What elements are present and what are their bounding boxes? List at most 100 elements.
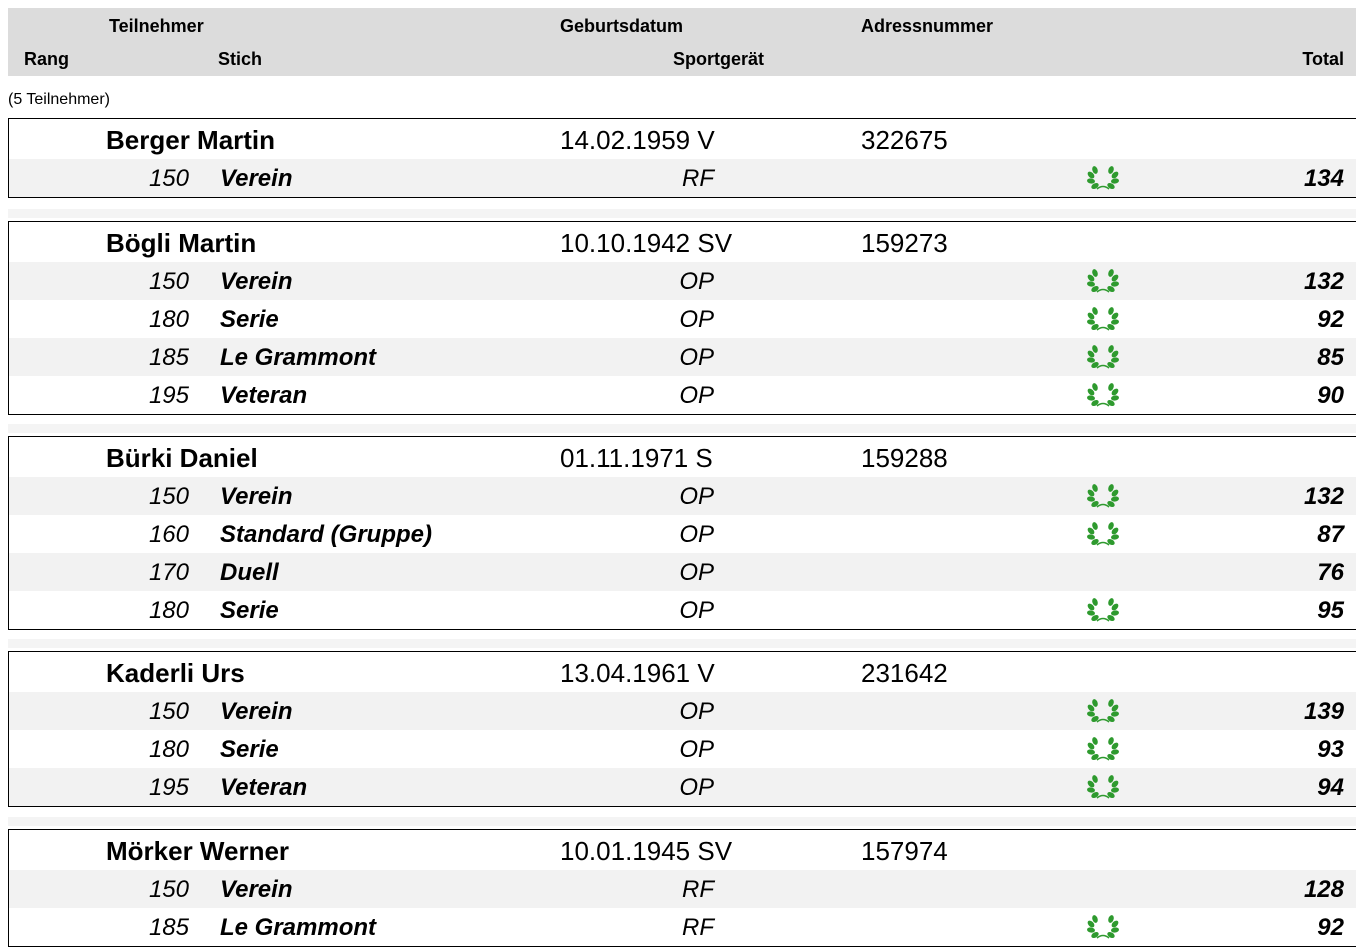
- laurel-wreath-icon: [1086, 482, 1120, 510]
- sportgeraet: OP: [679, 306, 714, 333]
- laurel-wreath-icon: [1086, 267, 1120, 295]
- stich-number: 180: [148, 306, 189, 333]
- header-geburtsdatum: Geburtsdatum: [560, 16, 684, 36]
- result-row: 150 Verein RF 128: [9, 870, 1356, 908]
- laurel-wreath-icon: [1086, 735, 1120, 763]
- laurel-wreath-icon: [1086, 343, 1120, 371]
- stich-number: 170: [148, 559, 189, 586]
- stich-number: 185: [148, 914, 189, 941]
- participant-block: Bürki Daniel 01.11.1971 S 159288 150 Verein O…: [8, 436, 1356, 630]
- laurel-wreath-icon: [1086, 164, 1120, 192]
- participant-header: Kaderli Urs 13.04.1961 V 231642: [9, 652, 1356, 692]
- laurel-wreath-icon: [1086, 913, 1120, 941]
- stich-name: Le Grammont: [220, 914, 377, 941]
- participant-name: Kaderli Urs: [106, 658, 245, 688]
- participant-block: Kaderli Urs 13.04.1961 V 231642 150 Verein OP…: [8, 651, 1356, 807]
- result-total: 90: [1317, 382, 1344, 409]
- sportgeraet: OP: [679, 597, 714, 624]
- result-total: 139: [1303, 698, 1344, 725]
- stich-name: Verein: [220, 268, 293, 295]
- result-total: 94: [1317, 774, 1344, 801]
- header-total: Total: [1302, 49, 1344, 69]
- sportgeraet: OP: [679, 521, 714, 548]
- block-separator: [8, 424, 1356, 433]
- laurel-wreath-icon: [1086, 381, 1120, 409]
- stich-name: Le Grammont: [220, 344, 377, 371]
- stich-number: 180: [148, 736, 189, 763]
- result-row: 170 Duell OP 76: [9, 553, 1356, 591]
- sportgeraet: OP: [679, 559, 714, 586]
- stich-name: Serie: [220, 597, 279, 624]
- result-total: 134: [1303, 165, 1344, 192]
- header-teilnehmer: Teilnehmer: [109, 16, 204, 36]
- stich-number: 150: [148, 698, 189, 725]
- sportgeraet: OP: [679, 382, 714, 409]
- participant-header: Berger Martin 14.02.1959 V 322675: [9, 119, 1356, 159]
- participant-name: Bögli Martin: [106, 228, 257, 258]
- block-separator: [8, 209, 1356, 218]
- stich-name: Verein: [220, 876, 293, 903]
- result-total: 95: [1317, 597, 1344, 624]
- stich-name: Serie: [220, 736, 279, 763]
- sportgeraet: OP: [679, 698, 714, 725]
- stich-number: 160: [148, 521, 189, 548]
- result-row: 150 Verein RF 134: [9, 159, 1356, 197]
- laurel-wreath-icon: [1086, 305, 1120, 333]
- header-stich: Stich: [218, 49, 263, 69]
- result-row: 195 Veteran OP 90: [9, 376, 1356, 414]
- stich-name: Standard (Gruppe): [220, 521, 433, 548]
- result-row: 185 Le Grammont OP 85: [9, 338, 1356, 376]
- laurel-wreath-icon: [1086, 697, 1120, 725]
- stich-name: Verein: [220, 165, 293, 192]
- stich-number: 150: [148, 165, 189, 192]
- sportgeraet: OP: [679, 344, 714, 371]
- laurel-wreath-icon: [1086, 596, 1120, 624]
- participant-name: Bürki Daniel: [106, 443, 258, 473]
- result-row: 180 Serie OP 92: [9, 300, 1356, 338]
- result-row: 180 Serie OP 93: [9, 730, 1356, 768]
- stich-number: 150: [148, 876, 189, 903]
- result-total: 76: [1317, 559, 1344, 586]
- result-total: 128: [1303, 876, 1344, 903]
- participant-birthdate: 14.02.1959 V: [560, 125, 715, 155]
- stich-name: Serie: [220, 306, 279, 333]
- result-total: 132: [1303, 483, 1344, 510]
- result-total: 92: [1317, 306, 1344, 333]
- sportgeraet: OP: [679, 268, 714, 295]
- result-row: 160 Standard (Gruppe) OP 87: [9, 515, 1356, 553]
- column-header: Teilnehmer Geburtsdatum Adressnummer Ran…: [8, 8, 1356, 76]
- participant-address-number: 322675: [861, 125, 948, 155]
- stich-number: 185: [148, 344, 189, 371]
- header-adressnummer: Adressnummer: [861, 16, 994, 36]
- sportgeraet: RF: [682, 876, 714, 903]
- participant-address-number: 159288: [861, 443, 948, 473]
- header-sportgeraet: Sportgerät: [673, 49, 765, 69]
- participant-block: Mörker Werner 10.01.1945 SV 157974 150 Verei…: [8, 829, 1356, 947]
- sportgeraet: OP: [679, 774, 714, 801]
- result-row: 180 Serie OP 95: [9, 591, 1356, 629]
- participant-name: Mörker Werner: [106, 836, 290, 866]
- result-row: 150 Verein OP 132: [9, 477, 1356, 515]
- participant-address-number: 157974: [861, 836, 948, 866]
- stich-number: 150: [148, 483, 189, 510]
- result-total: 93: [1317, 736, 1344, 763]
- result-total: 92: [1317, 914, 1344, 941]
- participant-birthdate: 13.04.1961 V: [560, 658, 715, 688]
- laurel-wreath-icon: [1086, 520, 1120, 548]
- stich-name: Duell: [220, 559, 279, 586]
- header-rang: Rang: [24, 49, 69, 69]
- stich-name: Verein: [220, 483, 293, 510]
- stich-number: 180: [148, 597, 189, 624]
- stich-name: Verein: [220, 698, 293, 725]
- block-separator: [8, 817, 1356, 826]
- participant-address-number: 231642: [861, 658, 948, 688]
- participant-header: Mörker Werner 10.01.1945 SV 157974: [9, 830, 1356, 870]
- sportgeraet: RF: [682, 914, 714, 941]
- stich-name: Veteran: [220, 774, 308, 801]
- result-total: 87: [1317, 521, 1344, 548]
- result-total: 85: [1317, 344, 1344, 371]
- participant-header: Bürki Daniel 01.11.1971 S 159288: [9, 437, 1356, 477]
- stich-number: 150: [148, 268, 189, 295]
- result-total: 132: [1303, 268, 1344, 295]
- participant-count: (5 Teilnehmer): [8, 91, 110, 108]
